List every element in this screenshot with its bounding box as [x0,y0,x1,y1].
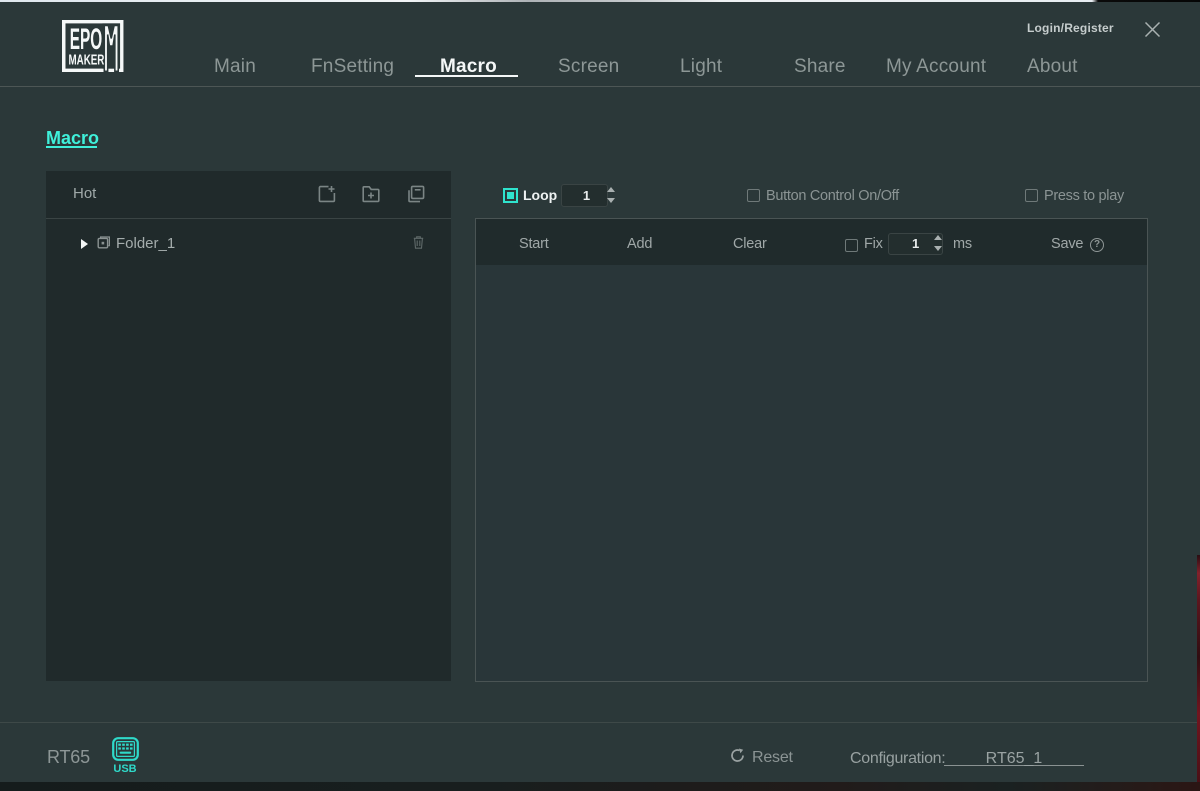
svg-text:MAKER: MAKER [68,50,104,68]
